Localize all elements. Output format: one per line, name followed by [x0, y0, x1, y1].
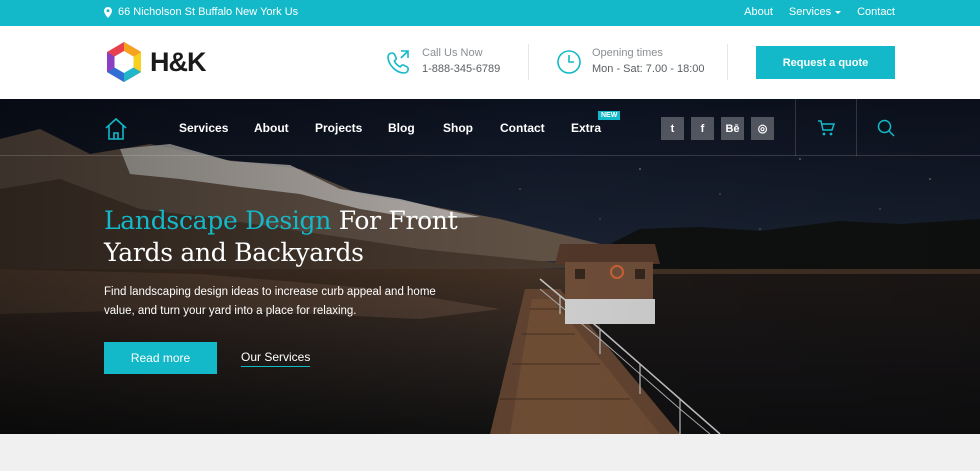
nav-divider — [856, 99, 857, 156]
search-icon[interactable] — [877, 119, 895, 137]
location-pin-icon — [104, 6, 112, 18]
phone-number[interactable]: 1-888-345-6789 — [422, 61, 500, 77]
nav-divider — [795, 99, 796, 156]
nav-item-extra[interactable]: Extra — [571, 121, 601, 135]
phone-icon — [387, 50, 410, 74]
nav-item-shop[interactable]: Shop — [443, 121, 473, 135]
home-icon[interactable] — [104, 117, 128, 141]
hero-description: Find landscaping design ideas to increas… — [104, 286, 436, 317]
address: 66 Nicholson St Buffalo New York Us — [104, 6, 298, 18]
hero-title-accent: Landscape Design — [104, 206, 332, 235]
call-us-label: Call Us Now — [422, 47, 483, 59]
nav-item-services[interactable]: Services — [179, 121, 228, 135]
logo-text: H&K — [150, 46, 206, 77]
top-link-about[interactable]: About — [744, 6, 773, 18]
address-text: 66 Nicholson St Buffalo New York Us — [118, 6, 299, 18]
top-links: About Services Contact — [728, 6, 895, 18]
hexagon-logo-icon — [107, 42, 141, 82]
twitter-icon[interactable]: t — [661, 117, 684, 140]
chevron-down-icon — [835, 10, 842, 14]
request-quote-button[interactable]: Request a quote — [756, 46, 895, 79]
top-bar: 66 Nicholson St Buffalo New York Us Abou… — [0, 0, 980, 26]
read-more-button[interactable]: Read more — [104, 342, 217, 374]
nav-item-about[interactable]: About — [254, 121, 289, 135]
dribbble-icon[interactable]: ◎ — [751, 117, 774, 140]
call-us-block: Call Us Now 1-888-345-6789 — [386, 46, 500, 77]
opening-times-block: Opening times Mon - Sat: 7.00 - 18:00 — [556, 46, 705, 77]
cart-icon[interactable] — [817, 119, 835, 137]
site-header: H&K Call Us Now 1-888-345-6789 Opening t… — [0, 26, 980, 99]
opening-times-value: Mon - Sat: 7.00 - 18:00 — [592, 63, 705, 75]
hero-section: Services About Projects Blog Shop Contac… — [0, 99, 980, 434]
clock-icon — [557, 50, 581, 74]
facebook-icon[interactable]: f — [691, 117, 714, 140]
divider — [528, 44, 529, 80]
new-badge: NEW — [598, 111, 621, 120]
logo[interactable]: H&K — [104, 40, 206, 84]
top-link-services[interactable]: Services — [788, 6, 842, 18]
hero-title: Landscape Design For Front Yards and Bac… — [104, 205, 484, 269]
top-link-services-label: Services — [788, 6, 832, 18]
opening-times-label: Opening times — [592, 47, 663, 59]
nav-item-blog[interactable]: Blog — [388, 121, 415, 135]
our-services-link[interactable]: Our Services — [241, 350, 311, 367]
nav-item-contact[interactable]: Contact — [500, 121, 545, 135]
nav-item-projects[interactable]: Projects — [315, 121, 362, 135]
main-navigation: Services About Projects Blog Shop Contac… — [0, 99, 980, 156]
divider — [727, 44, 728, 80]
behance-icon[interactable]: Bē — [721, 117, 744, 140]
top-link-contact[interactable]: Contact — [857, 6, 895, 18]
